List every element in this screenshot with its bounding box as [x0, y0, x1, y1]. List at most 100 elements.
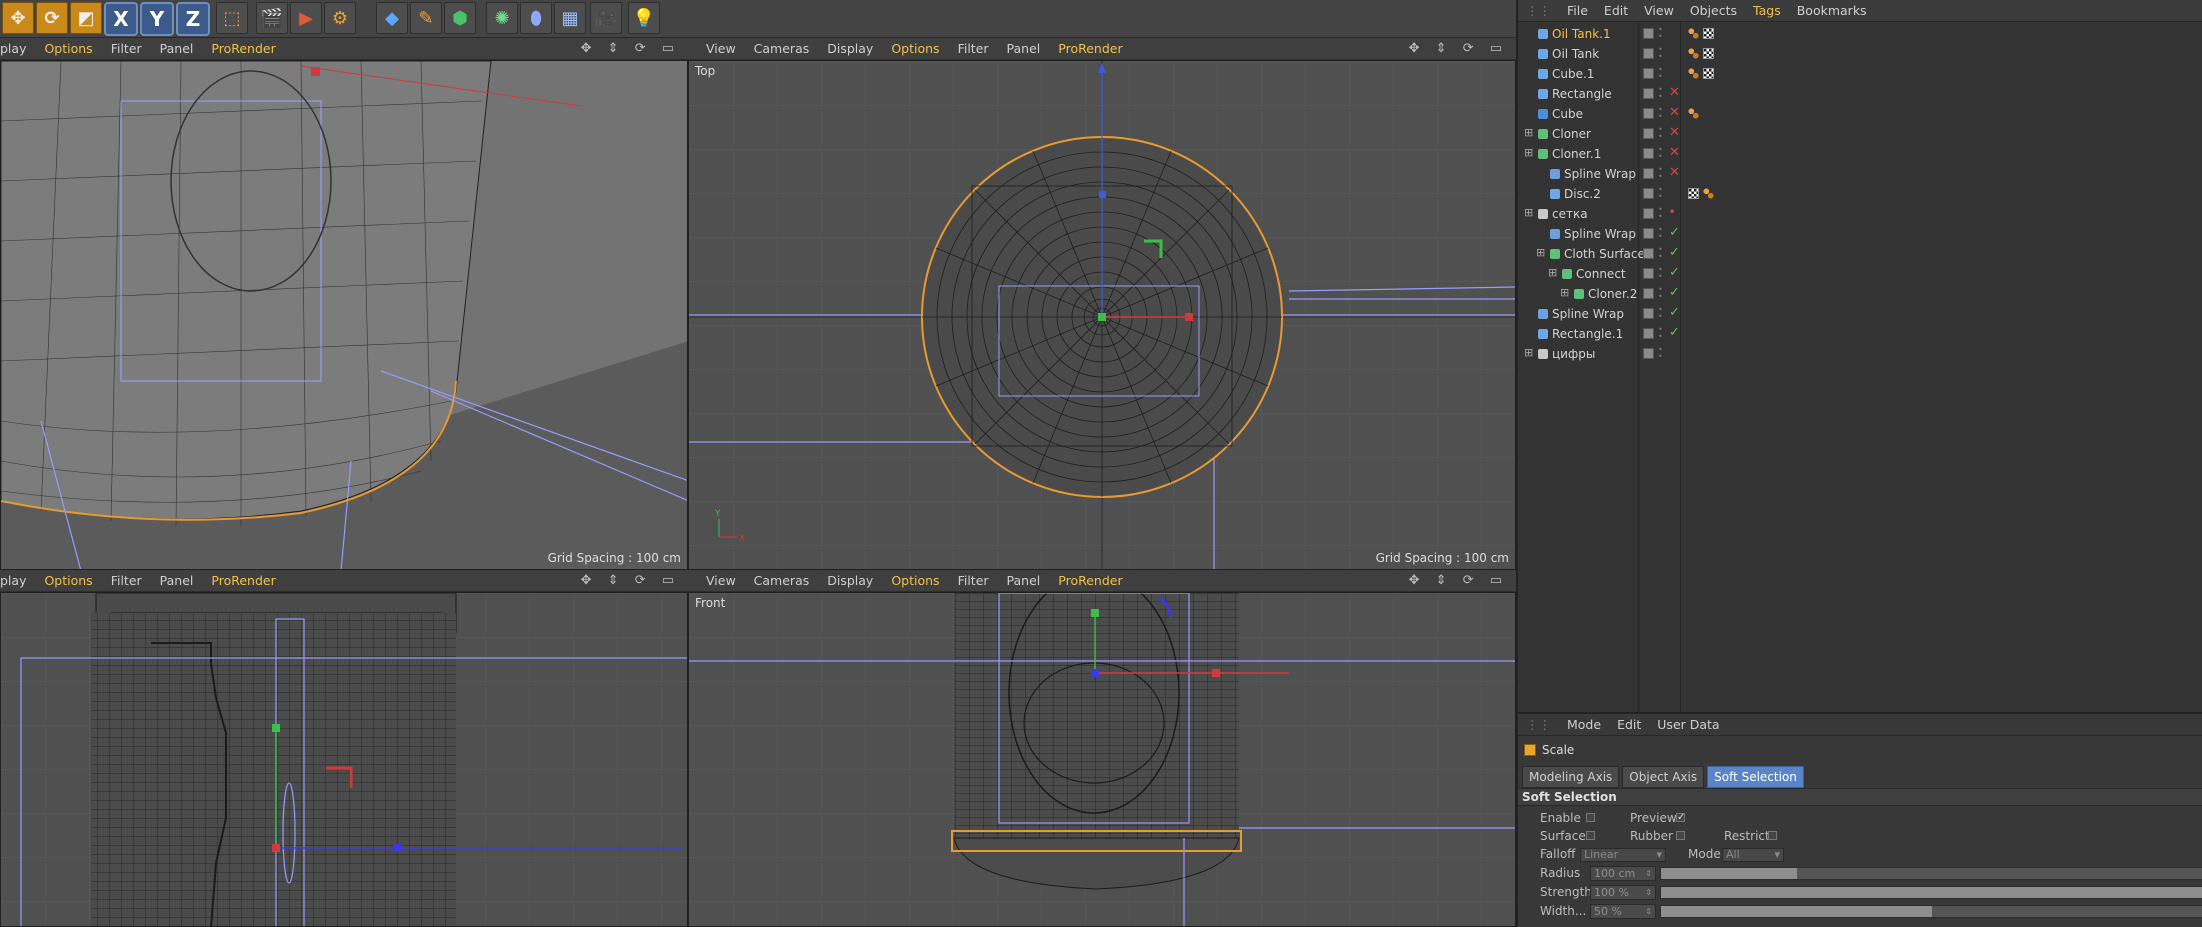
- object-row[interactable]: Cube.1 • •: [1518, 64, 2202, 84]
- object-name[interactable]: Spline Wrap: [1552, 307, 1624, 321]
- object-row[interactable]: Spline Wrap • • ✓: [1518, 304, 2202, 324]
- viewport-nav-controls[interactable]: ✥ ⇕ ⟳ ▭: [581, 41, 680, 56]
- material-tag-icon[interactable]: [1703, 188, 1714, 199]
- expand-toggle-icon[interactable]: ⊞: [1524, 206, 1533, 219]
- menu-edit[interactable]: Edit: [1604, 3, 1628, 18]
- object-row[interactable]: Cube • • ✕: [1518, 104, 2202, 124]
- menu-panel[interactable]: Panel: [1007, 573, 1041, 588]
- material-tag-icon[interactable]: [1688, 108, 1699, 119]
- disabled-x-icon[interactable]: ✕: [1669, 165, 1680, 180]
- menu-file[interactable]: File: [1567, 3, 1588, 18]
- rubber-checkbox[interactable]: [1676, 831, 1685, 840]
- mode-select[interactable]: All ▾: [1722, 848, 1784, 862]
- visibility-dots-icon[interactable]: • •: [1658, 346, 1663, 362]
- layer-edit-icon[interactable]: [1643, 208, 1654, 219]
- viewport-nav-controls[interactable]: ✥ ⇕ ⟳ ▭: [581, 573, 680, 588]
- layer-edit-icon[interactable]: [1643, 268, 1654, 279]
- layer-edit-icon[interactable]: [1643, 68, 1654, 79]
- nurbs-icon[interactable]: ⬢: [444, 2, 476, 34]
- texture-tag-icon[interactable]: [1703, 68, 1714, 79]
- layer-edit-icon[interactable]: [1643, 88, 1654, 99]
- object-name[interactable]: Cloner.2: [1588, 287, 1637, 301]
- scene-floor-icon[interactable]: ▦: [554, 2, 586, 34]
- layer-edit-icon[interactable]: [1643, 48, 1654, 59]
- visibility-dots-icon[interactable]: • •: [1658, 226, 1663, 242]
- object-name[interactable]: Cloth Surface: [1564, 247, 1645, 261]
- object-row[interactable]: ⊞ Cloner • • ✕: [1518, 124, 2202, 144]
- menu-options[interactable]: Options: [44, 41, 92, 56]
- layer-edit-icon[interactable]: [1643, 28, 1654, 39]
- enabled-check-icon[interactable]: ✓: [1669, 285, 1680, 300]
- viewport-front[interactable]: Front: [688, 592, 1516, 927]
- visibility-dots-icon[interactable]: • •: [1658, 266, 1663, 282]
- object-name[interactable]: Cloner.1: [1552, 147, 1601, 161]
- menu-objects[interactable]: Objects: [1690, 3, 1737, 18]
- tab-modeling-axis[interactable]: Modeling Axis: [1522, 766, 1620, 788]
- object-row[interactable]: Spline Wrap • • ✓: [1518, 224, 2202, 244]
- object-row[interactable]: Rectangle.1 • • ✓: [1518, 324, 2202, 344]
- enable-checkbox[interactable]: [1586, 813, 1595, 822]
- material-tag-icon[interactable]: [1688, 48, 1699, 59]
- render-settings-icon[interactable]: ⚙: [324, 2, 356, 34]
- viewport-side[interactable]: [0, 592, 688, 927]
- width-field[interactable]: 50 % ⇕: [1590, 904, 1656, 919]
- layer-edit-icon[interactable]: [1643, 348, 1654, 359]
- strength-field[interactable]: 100 % ⇕: [1590, 885, 1656, 900]
- menu-edit[interactable]: Edit: [1617, 717, 1641, 732]
- menu-panel[interactable]: Panel: [160, 573, 194, 588]
- viewport-top[interactable]: Y X Top Grid Spacing : 100 cm: [688, 60, 1516, 570]
- cube-primitive-icon[interactable]: ◆: [376, 2, 408, 34]
- restrict-checkbox[interactable]: [1768, 831, 1777, 840]
- layer-edit-icon[interactable]: [1643, 128, 1654, 139]
- menu-user-data[interactable]: User Data: [1657, 717, 1719, 732]
- enabled-check-icon[interactable]: ✓: [1669, 305, 1680, 320]
- menu-display[interactable]: Display: [827, 573, 873, 588]
- disabled-x-icon[interactable]: ✕: [1669, 85, 1680, 100]
- layer-edit-icon[interactable]: [1643, 308, 1654, 319]
- menu-prorender[interactable]: ProRender: [1058, 41, 1122, 56]
- disabled-x-icon[interactable]: ✕: [1669, 125, 1680, 140]
- menu-prorender[interactable]: ProRender: [211, 41, 275, 56]
- menu-display[interactable]: play: [0, 41, 26, 56]
- visibility-dots-icon[interactable]: • •: [1658, 246, 1663, 262]
- object-name[interactable]: Oil Tank: [1552, 47, 1599, 61]
- object-row[interactable]: ⊞ Cloner.2 • • ✓: [1518, 284, 2202, 304]
- object-row[interactable]: ⊞ цифры • •: [1518, 344, 2202, 364]
- menu-cameras[interactable]: Cameras: [754, 41, 810, 56]
- radius-slider[interactable]: [1660, 867, 2202, 880]
- expand-toggle-icon[interactable]: ⊞: [1524, 126, 1533, 139]
- layer-edit-icon[interactable]: [1643, 248, 1654, 259]
- menu-panel[interactable]: Panel: [1007, 41, 1041, 56]
- panel-grip-icon[interactable]: ⋮⋮: [1526, 717, 1551, 732]
- object-name[interactable]: Cube.1: [1552, 67, 1594, 81]
- disabled-x-icon[interactable]: ✕: [1669, 145, 1680, 160]
- viewport-nav-controls[interactable]: ✥ ⇕ ⟳ ▭: [1409, 41, 1508, 56]
- visibility-dots-icon[interactable]: • •: [1658, 86, 1663, 102]
- object-row[interactable]: Spline Wrap • • ✕: [1518, 164, 2202, 184]
- width-slider[interactable]: [1660, 905, 2202, 918]
- texture-tag-icon[interactable]: [1703, 48, 1714, 59]
- visibility-dots-icon[interactable]: • •: [1658, 126, 1663, 142]
- visibility-dots-icon[interactable]: • •: [1658, 26, 1663, 42]
- object-name[interactable]: Rectangle.1: [1552, 327, 1623, 341]
- object-name[interactable]: Rectangle: [1552, 87, 1612, 101]
- texture-tag-icon[interactable]: [1688, 188, 1699, 199]
- visibility-dots-icon[interactable]: • •: [1658, 186, 1663, 202]
- visibility-dots-icon[interactable]: • •: [1658, 326, 1663, 342]
- menu-cameras[interactable]: Cameras: [754, 573, 810, 588]
- status-dot-icon[interactable]: •: [1669, 207, 1675, 218]
- falloff-select[interactable]: Linear ▾: [1580, 848, 1666, 862]
- object-name[interactable]: Disc.2: [1564, 187, 1601, 201]
- viewport-perspective[interactable]: Grid Spacing : 100 cm: [0, 60, 688, 570]
- tab-object-axis[interactable]: Object Axis: [1622, 766, 1705, 788]
- object-name[interactable]: Cube: [1552, 107, 1583, 121]
- object-row[interactable]: Rectangle • • ✕: [1518, 84, 2202, 104]
- y-axis-lock-button[interactable]: Y: [140, 2, 174, 36]
- camera-icon[interactable]: 🎥: [590, 2, 622, 34]
- menu-prorender[interactable]: ProRender: [1058, 573, 1122, 588]
- menu-filter[interactable]: Filter: [111, 573, 142, 588]
- z-axis-lock-button[interactable]: Z: [176, 2, 210, 36]
- object-name[interactable]: сетка: [1552, 207, 1588, 221]
- menu-prorender[interactable]: ProRender: [211, 573, 275, 588]
- tab-soft-selection[interactable]: Soft Selection: [1707, 766, 1804, 788]
